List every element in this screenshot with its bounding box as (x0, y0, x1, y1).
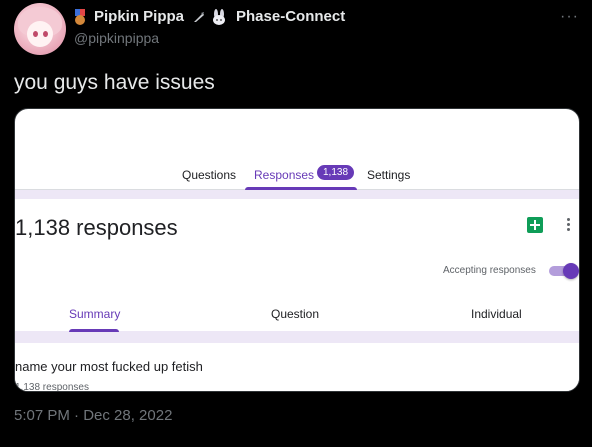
avatar-face (27, 21, 53, 47)
tab-responses[interactable]: Responses (254, 168, 314, 182)
question-response-count: 1,138 responses (15, 382, 89, 392)
display-name[interactable]: Pipkin Pippa (94, 8, 184, 25)
subtab-divider-band (15, 331, 579, 343)
tweet-timestamp[interactable]: 5:07 PM · Dec 28, 2022 (14, 407, 172, 424)
question-title: name your most fucked up fetish (15, 359, 203, 374)
tweet-media-image[interactable]: Questions Responses 1,138 Settings 1,138… (14, 108, 580, 392)
more-options-icon[interactable]: ··· (560, 8, 579, 26)
active-tab-indicator (245, 187, 357, 190)
author-name-row[interactable]: Pipkin Pippa Phase-Connect (74, 8, 345, 25)
responses-count-badge: 1,138 (317, 165, 355, 180)
more-vert-icon[interactable] (567, 218, 571, 232)
author-handle[interactable]: @pipkinpippa (74, 30, 159, 46)
affiliation-name[interactable]: Phase-Connect (236, 8, 345, 25)
subtab-question[interactable]: Question (271, 307, 319, 321)
tab-questions[interactable]: Questions (182, 168, 236, 182)
subtab-summary[interactable]: Summary (69, 307, 120, 321)
bunny-icon (213, 8, 226, 25)
medal-icon (74, 8, 86, 25)
avatar-eye (43, 31, 48, 37)
avatar-eye (33, 31, 38, 37)
accepting-responses-label: Accepting responses (443, 265, 536, 276)
active-subtab-indicator (69, 329, 119, 332)
responses-title: 1,138 responses (15, 215, 178, 240)
accepting-toggle-knob[interactable] (563, 263, 579, 279)
feather-icon (194, 11, 205, 22)
sheets-icon[interactable] (527, 217, 543, 233)
tab-divider-band (15, 189, 579, 199)
subtab-individual[interactable]: Individual (471, 307, 522, 321)
tab-settings[interactable]: Settings (367, 168, 410, 182)
tweet-text: you guys have issues (14, 71, 215, 94)
avatar[interactable] (14, 3, 66, 55)
